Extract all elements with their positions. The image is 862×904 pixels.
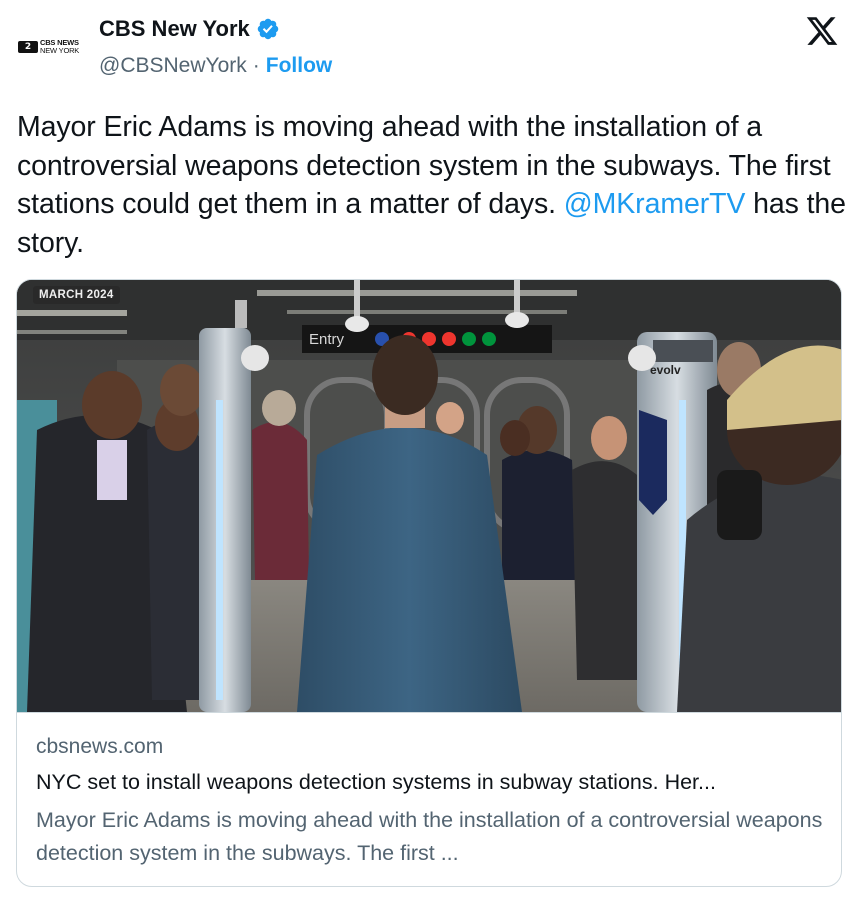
card-domain: cbsnews.com bbox=[36, 735, 164, 758]
avatar[interactable]: 2 CBS NEWS NEW YORK bbox=[18, 32, 90, 62]
tweet-header: 2 CBS NEWS NEW YORK CBS New York @CBSNew… bbox=[0, 0, 862, 100]
cbs2-badge-icon: 2 bbox=[18, 41, 38, 53]
avatar-line2: NEW YORK bbox=[40, 46, 80, 55]
verified-badge-icon bbox=[257, 18, 279, 40]
avatar-brand-text: CBS NEWS NEW YORK bbox=[40, 39, 79, 55]
card-title[interactable]: NYC set to install weapons detection sys… bbox=[36, 770, 716, 795]
name-row: CBS New York bbox=[99, 16, 280, 42]
card-media-image[interactable]: Entry evolv MARCH 2024 bbox=[17, 280, 841, 712]
link-card[interactable]: Entry evolv MARCH 2024 cbsnews.com NYC s… bbox=[16, 279, 842, 887]
display-name[interactable]: CBS New York bbox=[99, 16, 250, 42]
handle-row: @CBSNewYork · Follow bbox=[99, 54, 332, 78]
entry-sign-text: Entry bbox=[309, 331, 345, 348]
card-body[interactable]: cbsnews.com NYC set to install weapons d… bbox=[17, 712, 841, 886]
mention-link[interactable]: @MKramerTV bbox=[564, 188, 746, 220]
handle[interactable]: @CBSNewYork bbox=[99, 54, 247, 78]
card-description: Mayor Eric Adams is moving ahead with th… bbox=[36, 808, 823, 865]
x-logo-icon[interactable] bbox=[805, 14, 839, 48]
date-tag: MARCH 2024 bbox=[33, 286, 120, 304]
tweet-text: Mayor Eric Adams is moving ahead with th… bbox=[17, 108, 847, 262]
separator-dot: · bbox=[252, 54, 260, 77]
scanner-brand-text: evolv bbox=[650, 363, 681, 377]
subway-scene-illustration: Entry evolv bbox=[17, 280, 841, 712]
follow-button[interactable]: Follow bbox=[266, 54, 333, 78]
